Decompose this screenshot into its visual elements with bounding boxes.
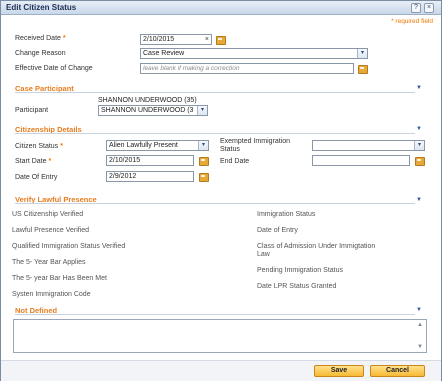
edit-citizen-status-dialog: Edit Citizen Status ? × * required field… bbox=[0, 0, 442, 381]
citizen-status-select[interactable]: Alien Lawfully Present ▾ bbox=[106, 140, 209, 151]
calendar-icon[interactable] bbox=[358, 64, 368, 74]
scroll-down-icon[interactable]: ▼ bbox=[417, 344, 423, 350]
received-date-input[interactable]: 2/10/2015 × bbox=[140, 34, 212, 45]
clear-icon[interactable]: × bbox=[205, 35, 209, 44]
chevron-down-icon: ▾ bbox=[197, 106, 207, 115]
effective-date-label: Effective Date of Change bbox=[15, 65, 93, 72]
received-date-label: Received Date * bbox=[15, 35, 66, 42]
save-button[interactable]: Save bbox=[314, 365, 364, 377]
required-field-note: * required field bbox=[391, 18, 433, 25]
date-of-entry-info: Date of Entry bbox=[257, 227, 298, 234]
not-defined-textarea[interactable]: ▲ ▼ bbox=[13, 319, 427, 353]
section-divider bbox=[15, 133, 415, 134]
class-of-admission: Class of Admission Under Immigtation bbox=[257, 243, 376, 250]
start-date-input[interactable]: 2/10/2015 bbox=[106, 155, 194, 166]
class-of-admission-line2: Law bbox=[257, 251, 270, 258]
chevron-down-icon: ▾ bbox=[357, 49, 367, 58]
collapse-icon[interactable]: ▼ bbox=[416, 307, 422, 313]
end-date-label: End Date bbox=[220, 158, 250, 165]
exempted-immigration-status-select[interactable]: ▾ bbox=[312, 140, 425, 151]
system-immigration-code: Systen Immigration Code bbox=[12, 291, 91, 298]
citizen-status-label: Citizen Status * bbox=[15, 143, 63, 150]
dialog-titlebar: Edit Citizen Status ? × bbox=[1, 1, 441, 15]
qualified-immigration-status-verified: Qualified Immigration Status Verified bbox=[12, 243, 126, 250]
collapse-icon[interactable]: ▼ bbox=[416, 85, 422, 91]
us-citizenship-verified: US Citizenship Verified bbox=[12, 211, 84, 218]
exempted-immigration-status-label-line2: Status bbox=[220, 146, 240, 153]
section-divider bbox=[15, 314, 415, 315]
date-of-entry-input[interactable]: 2/9/2012 bbox=[106, 171, 194, 182]
change-reason-select[interactable]: Case Review ▾ bbox=[140, 48, 368, 59]
collapse-icon[interactable]: ▼ bbox=[416, 197, 422, 203]
dialog-title: Edit Citizen Status bbox=[6, 3, 77, 12]
participant-label: Participant bbox=[15, 107, 49, 114]
section-divider bbox=[15, 92, 415, 93]
start-date-label: Start Date * bbox=[15, 158, 52, 165]
end-date-input[interactable] bbox=[312, 155, 410, 166]
cancel-button[interactable]: Cancel bbox=[370, 365, 425, 377]
section-divider bbox=[15, 203, 415, 204]
participant-select[interactable]: SHANNON UNDERWOOD (3 ▾ bbox=[98, 105, 208, 116]
pending-immigration-status: Pending Immigration Status bbox=[257, 267, 343, 274]
participant-name-display: SHANNON UNDERWOOD (35) bbox=[98, 97, 197, 104]
calendar-icon[interactable] bbox=[199, 156, 209, 166]
five-year-bar-met: The 5- year Bar Has Been Met bbox=[12, 275, 107, 282]
date-lpr-status-granted: Date LPR Status Granted bbox=[257, 283, 337, 290]
five-year-bar-applies: The 5- Year Bar Applies bbox=[12, 259, 86, 266]
calendar-icon[interactable] bbox=[415, 156, 425, 166]
immigration-status: Immigration Status bbox=[257, 211, 316, 218]
help-icon[interactable]: ? bbox=[411, 3, 421, 13]
effective-date-input[interactable]: leave blank if making a correction bbox=[140, 63, 354, 74]
scroll-up-icon[interactable]: ▲ bbox=[417, 322, 423, 328]
lawful-presence-verified: Lawful Presence Verified bbox=[12, 227, 90, 234]
calendar-icon[interactable] bbox=[199, 172, 209, 182]
close-icon[interactable]: × bbox=[424, 3, 434, 13]
exempted-immigration-status-label-line1: Exempted Immigration bbox=[220, 138, 291, 145]
date-of-entry-label: Date Of Entry bbox=[15, 174, 58, 181]
change-reason-label: Change Reason bbox=[15, 50, 66, 57]
collapse-icon[interactable]: ▼ bbox=[416, 126, 422, 132]
calendar-icon[interactable] bbox=[216, 35, 226, 45]
chevron-down-icon: ▾ bbox=[414, 141, 424, 150]
chevron-down-icon: ▾ bbox=[198, 141, 208, 150]
